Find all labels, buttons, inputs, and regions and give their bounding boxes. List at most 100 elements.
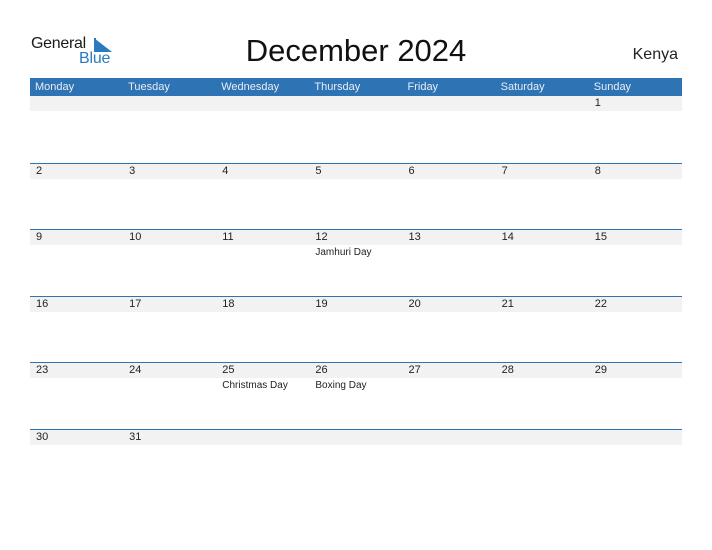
day-number: 1 — [594, 97, 601, 109]
day-number — [36, 96, 123, 111]
day-cell: 15 — [589, 230, 682, 259]
day-cell — [123, 96, 216, 111]
day-cell: 31 — [123, 430, 216, 445]
day-cell: 5 — [309, 164, 402, 179]
day-number: 30 — [36, 430, 49, 443]
day-cell: 22 — [589, 297, 682, 312]
day-cell — [309, 430, 402, 445]
weekday-friday: Friday — [407, 81, 439, 93]
day-number: 18 — [222, 297, 235, 310]
day-cell: 25 Christmas Day — [216, 363, 309, 392]
day-number: 15 — [594, 231, 607, 243]
day-cell: 1 — [589, 96, 682, 111]
weekday-monday: Monday — [35, 81, 75, 93]
day-cell: 2 — [30, 164, 123, 179]
day-cell: 21 — [496, 297, 589, 312]
day-number: 5 — [315, 164, 322, 177]
day-cell: 30 — [30, 430, 123, 445]
week-cells: 1 — [30, 96, 682, 111]
day-number — [315, 96, 402, 111]
day-number: 29 — [594, 364, 607, 376]
holiday-label: Boxing Day — [315, 380, 367, 391]
day-cell — [496, 430, 589, 445]
holiday-label: Christmas Day — [222, 380, 288, 391]
day-cell: 28 — [496, 363, 589, 392]
day-number: 16 — [36, 297, 49, 310]
day-cell: 10 — [123, 230, 216, 259]
page-title: December 2024 — [245, 33, 467, 68]
country-label: Kenya — [632, 46, 678, 63]
day-number: 12 — [315, 231, 328, 243]
day-number: 28 — [501, 364, 514, 376]
day-number: 22 — [594, 297, 607, 310]
day-number: 24 — [129, 364, 142, 376]
day-cell: 4 — [216, 164, 309, 179]
day-cell — [216, 430, 309, 445]
day-cell — [496, 96, 589, 111]
day-cell: 14 — [496, 230, 589, 259]
week-row: 30 31 — [30, 428, 682, 496]
day-number — [595, 430, 682, 445]
day-cell — [589, 430, 682, 445]
calendar-grid: Monday Tuesday Wednesday Thursday Friday… — [30, 78, 682, 495]
day-number: 17 — [129, 297, 142, 310]
day-number: 11 — [222, 231, 234, 243]
day-number: 3 — [129, 164, 136, 177]
day-cell: 20 — [403, 297, 496, 312]
day-cell: 3 — [123, 164, 216, 179]
day-number: 26 — [315, 364, 328, 376]
day-number — [502, 96, 589, 111]
day-number: 4 — [222, 164, 229, 177]
day-cell — [309, 96, 402, 111]
weekday-tuesday: Tuesday — [128, 81, 170, 93]
day-number: 2 — [36, 164, 43, 177]
day-cell — [403, 96, 496, 111]
day-number: 20 — [408, 297, 421, 310]
day-cell — [30, 96, 123, 111]
day-number: 6 — [408, 164, 415, 177]
week-row: 1 — [30, 96, 682, 163]
day-number — [129, 96, 216, 111]
day-cell: 27 — [403, 363, 496, 392]
week-cells: 30 31 — [30, 430, 682, 445]
day-number: 19 — [315, 297, 328, 310]
day-cell: 24 — [123, 363, 216, 392]
day-number: 13 — [408, 231, 421, 243]
day-number: 25 — [222, 364, 235, 376]
day-number: 31 — [129, 430, 142, 443]
week-row: 23 24 25 Christmas Day 26 Boxing Day 27 28 29 — [30, 362, 682, 429]
day-number: 9 — [36, 231, 43, 243]
day-number: 7 — [501, 164, 508, 177]
week-row: 16 17 18 19 20 21 22 — [30, 295, 682, 363]
day-cell: 8 — [589, 164, 682, 179]
day-number — [222, 96, 309, 111]
weeks-container: 1 2 3 4 5 6 7 8 9 10 11 12 Jamhuri Day 13 14 15 16 17 18 19… — [30, 96, 682, 495]
day-number — [502, 430, 589, 445]
week-cells: 9 10 11 12 Jamhuri Day 13 14 15 — [30, 230, 682, 259]
day-cell — [216, 96, 309, 111]
weekday-sunday: Sunday — [593, 81, 632, 93]
day-cell: 29 — [589, 363, 682, 392]
day-cell: 16 — [30, 297, 123, 312]
day-cell: 9 — [30, 230, 123, 259]
day-cell: 7 — [496, 164, 589, 179]
day-cell: 13 — [403, 230, 496, 259]
day-cell: 23 — [30, 363, 123, 392]
day-cell — [403, 430, 496, 445]
day-number: 14 — [501, 231, 514, 243]
week-cells: 16 17 18 19 20 21 22 — [30, 297, 682, 312]
day-cell: 6 — [403, 164, 496, 179]
week-row: 2 3 4 5 6 7 8 — [30, 162, 682, 230]
day-number — [409, 96, 496, 111]
day-number: 27 — [408, 364, 421, 376]
week-cells: 23 24 25 Christmas Day 26 Boxing Day 27 28 29 — [30, 363, 682, 392]
weekday-saturday: Saturday — [500, 81, 545, 93]
day-number: 10 — [129, 231, 142, 243]
day-cell: 26 Boxing Day — [309, 363, 402, 392]
day-number: 8 — [594, 164, 601, 177]
day-number: 21 — [501, 297, 514, 310]
day-cell: 19 — [309, 297, 402, 312]
holiday-label: Jamhuri Day — [315, 247, 372, 258]
weekday-thursday: Thursday — [314, 81, 361, 93]
day-cell: 18 — [216, 297, 309, 312]
